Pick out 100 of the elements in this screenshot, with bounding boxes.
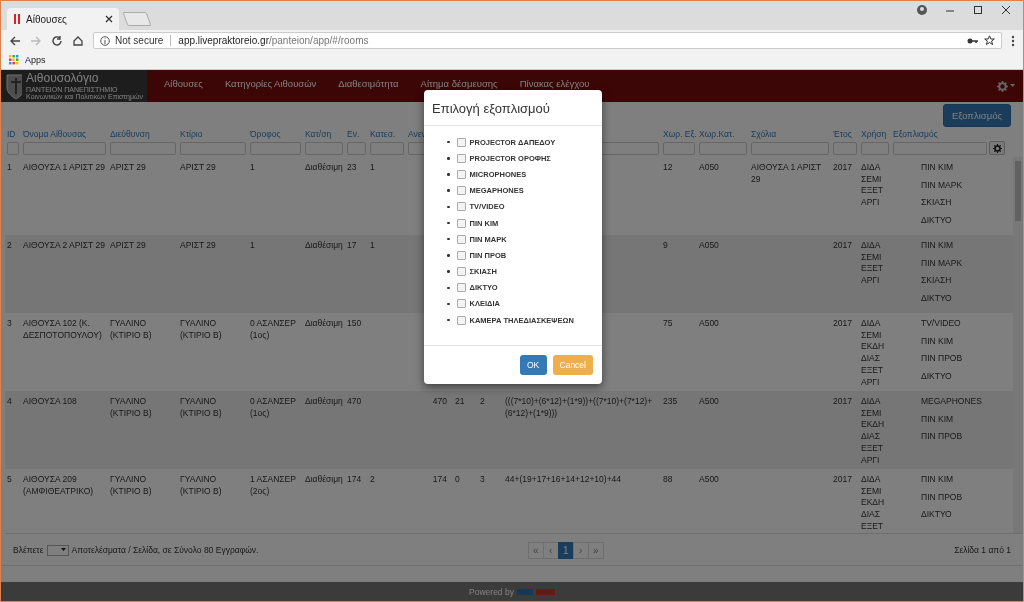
column-header[interactable]: Εξοπλισμός bbox=[891, 129, 989, 139]
checkbox[interactable] bbox=[456, 202, 466, 212]
reload-icon[interactable] bbox=[51, 34, 63, 47]
column-header[interactable]: Όροφος bbox=[248, 129, 303, 139]
close-icon[interactable] bbox=[1001, 5, 1011, 15]
menu-icon[interactable] bbox=[1011, 34, 1015, 47]
column-header[interactable]: Χωρ. Εξ. bbox=[661, 129, 697, 139]
apps-icon bbox=[9, 55, 19, 65]
column-header[interactable]: ID bbox=[5, 129, 21, 139]
checkbox[interactable] bbox=[456, 315, 466, 325]
column-header[interactable]: Χωρ.Κατ. bbox=[697, 129, 749, 139]
star-icon[interactable] bbox=[984, 35, 995, 46]
profile-icon[interactable] bbox=[917, 5, 927, 15]
table-cell-text: ΑΙΘΟΥΣΑ 102 (Κ. ΔΕΣΠΟΤΟΠΟΥΛΟΥ) bbox=[22, 317, 103, 342]
filter-field[interactable] bbox=[699, 142, 747, 155]
column-header[interactable]: Κατεσ. bbox=[368, 129, 406, 139]
equipment-button[interactable]: Εξοπλισμός bbox=[942, 104, 1011, 127]
new-tab-button[interactable] bbox=[122, 12, 152, 26]
checkbox[interactable] bbox=[456, 283, 466, 293]
column-header[interactable]: Σχόλια bbox=[749, 129, 831, 139]
modal-title: Επιλογή εξοπλισμού bbox=[432, 101, 550, 116]
table-cell-text: ΔΙΔΑ ΣΕΜΙ ΕΚΔΗ ΔΙΑΣ ΕΞΕΤ bbox=[860, 473, 886, 533]
filter-field[interactable] bbox=[663, 142, 695, 155]
checkbox[interactable] bbox=[456, 234, 466, 244]
table-cell-text: (((7*10)+(6*12)+(1*9))+((7*10)+(7*12)+(6*12)+(1*9))) bbox=[504, 395, 654, 420]
table-cell-text: A500 bbox=[698, 317, 720, 330]
column-header[interactable]: Όνομα Αίθουσας bbox=[21, 129, 108, 139]
checkbox[interactable] bbox=[456, 153, 466, 163]
brand-title: Αιθουσολόγιο bbox=[26, 72, 100, 84]
table-cell-text: 44+(19+17+16+14+12+10)+44 bbox=[504, 473, 623, 486]
table-cell-text: 2017 bbox=[832, 395, 853, 408]
bullet-icon bbox=[447, 286, 450, 290]
filter-field[interactable] bbox=[23, 142, 106, 155]
filter-field[interactable] bbox=[751, 142, 829, 155]
bullet-icon bbox=[447, 189, 450, 192]
nav-link[interactable]: Κατηγορίες Αιθουσών bbox=[213, 77, 328, 95]
filter-field[interactable] bbox=[893, 142, 987, 155]
column-header[interactable]: Κατ/ση bbox=[303, 129, 345, 139]
filter-field[interactable] bbox=[861, 142, 889, 155]
table-cell-text: ΔΙΔΑ ΣΕΜΙ ΕΞΕΤ ΑΡΓΙ bbox=[860, 161, 885, 210]
table-cell-text: A050 bbox=[698, 239, 720, 252]
forward-icon[interactable] bbox=[30, 34, 42, 47]
scrollbar[interactable] bbox=[1013, 157, 1023, 533]
home-icon[interactable] bbox=[72, 34, 84, 47]
table-cell-text: A500 bbox=[698, 473, 720, 486]
maximize-icon[interactable] bbox=[973, 5, 983, 15]
table-cell-text: 470 bbox=[431, 395, 448, 408]
table-cell-text: ΑΙΘΟΥΣΑ 2 ΑΡΙΣΤ 29 bbox=[22, 239, 106, 252]
pagination-link[interactable]: 1 bbox=[557, 541, 574, 559]
page-info: Σελίδα 1 από 1 bbox=[954, 545, 1011, 555]
apps-bookmark[interactable]: Apps bbox=[9, 55, 46, 65]
table-cell-text: ΓΥΑΛΙΝΟ (ΚΤΙΡΙΟ Β) bbox=[109, 317, 153, 342]
checkbox[interactable] bbox=[456, 218, 466, 228]
table-cell-text: Διαθέσιμη bbox=[304, 161, 344, 174]
checkbox[interactable] bbox=[456, 299, 466, 309]
table-cell-text: ΓΥΑΛΙΝΟ (ΚΤΙΡΙΟ Β) bbox=[109, 473, 153, 498]
table-cell-text: 4 bbox=[6, 395, 13, 408]
browser-tab[interactable]: Αίθουσες bbox=[7, 8, 119, 30]
table-cell-text: ΠΙΝ ΚΙΜ ΠΙΝ ΠΡΟΒ ΔΙΚΤΥΟ bbox=[920, 473, 964, 522]
filter-field[interactable] bbox=[250, 142, 301, 155]
filter-field[interactable] bbox=[370, 142, 404, 155]
table-cell-text: ΑΙΘΟΥΣΑ 1 ΑΡΙΣΤ 29 bbox=[22, 161, 106, 174]
bullet-icon bbox=[447, 302, 450, 306]
table-cell-text: 1 ΑΣΑΝΣΕΡ (2ος) bbox=[249, 473, 297, 498]
checkbox[interactable] bbox=[456, 250, 466, 260]
table-cell-text: ΑΙΘΟΥΣΑ 1 ΑΡΙΣΤ 29 bbox=[750, 161, 823, 186]
column-header[interactable]: Διεύθυνση bbox=[108, 129, 178, 139]
filter-field[interactable] bbox=[180, 142, 246, 155]
table-cell-text: ΠΙΝ ΚΙΜ ΠΙΝ ΜΑΡΚ ΣΚΙΑΣΗ ΔΙΚΤΥΟ bbox=[920, 161, 964, 228]
table-cell-text: ΑΙΘΟΥΣΑ 209 (ΑΜΦΙΘΕΑΤΡΙΚΟ) bbox=[22, 473, 95, 498]
column-header[interactable]: Έτος bbox=[831, 129, 859, 139]
filter-field[interactable] bbox=[305, 142, 343, 155]
close-icon[interactable] bbox=[105, 15, 113, 23]
column-header[interactable]: Χρήση bbox=[859, 129, 891, 139]
table-cell-text: 3 bbox=[479, 473, 486, 486]
table-cell-text: Διαθέσιμη bbox=[304, 473, 344, 486]
address-bar[interactable]: Not secure app.livepraktoreio.gr/panteion/app/#/rooms bbox=[93, 32, 1002, 49]
column-header[interactable]: Κτίριο bbox=[178, 129, 248, 139]
checkbox[interactable] bbox=[456, 169, 466, 179]
table-cell-text: 12 bbox=[662, 161, 674, 174]
table-cell-text: ΓΥΑΛΙΝΟ (ΚΤΙΡΙΟ Β) bbox=[179, 473, 223, 498]
table-cell-text: 2 bbox=[369, 473, 376, 486]
checkbox[interactable] bbox=[456, 267, 466, 277]
bullet-icon bbox=[447, 173, 450, 176]
settings-button[interactable] bbox=[989, 141, 1005, 155]
table-cell-text: A050 bbox=[698, 161, 720, 174]
page-size-select[interactable] bbox=[46, 544, 69, 556]
caret-icon bbox=[60, 548, 66, 552]
nav-link[interactable]: Διαθεσιμότητα bbox=[327, 77, 410, 95]
filter-field[interactable] bbox=[833, 142, 857, 155]
nav-link[interactable]: Αίθουσες bbox=[153, 77, 214, 95]
filter-field[interactable] bbox=[347, 142, 366, 155]
back-icon[interactable] bbox=[9, 34, 21, 47]
filter-field[interactable] bbox=[110, 142, 176, 155]
checkbox[interactable] bbox=[456, 186, 466, 196]
ok-button[interactable]: OK bbox=[519, 355, 547, 375]
filter-field[interactable] bbox=[7, 142, 19, 155]
checkbox[interactable] bbox=[456, 137, 466, 147]
bullet-icon bbox=[447, 254, 450, 257]
column-header[interactable]: Εν. bbox=[345, 129, 368, 139]
